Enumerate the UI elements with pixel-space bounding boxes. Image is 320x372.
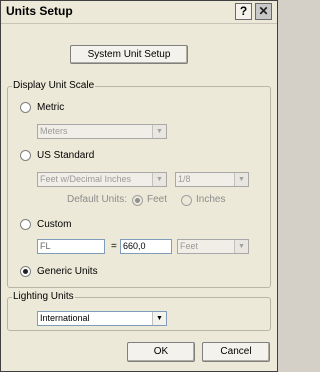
custom-units-value: Feet — [180, 241, 199, 251]
custom-amount-input[interactable]: 660,0 — [120, 239, 172, 254]
title-bar[interactable]: Units Setup ? ✕ — [1, 1, 277, 24]
chevron-down-icon: ▼ — [152, 125, 166, 138]
metric-units-value: Meters — [40, 126, 68, 136]
display-unit-scale-label: Display Unit Scale — [12, 80, 96, 91]
custom-units-dropdown[interactable]: Feet ▼ — [177, 239, 249, 254]
help-button[interactable]: ? — [235, 3, 252, 20]
units-setup-dialog: Units Setup ? ✕ System Unit Setup Displa… — [0, 0, 278, 372]
us-standard-units-value: Feet w/Decimal Inches — [40, 174, 132, 184]
ok-button[interactable]: OK — [127, 342, 195, 362]
close-button[interactable]: ✕ — [255, 3, 272, 20]
us-standard-radio[interactable] — [20, 150, 31, 161]
custom-equals-label: = — [111, 241, 117, 252]
default-units-inches-radio[interactable] — [181, 195, 192, 206]
window-title: Units Setup — [6, 4, 73, 18]
us-standard-fraction-dropdown[interactable]: 1/8 ▼ — [175, 172, 249, 187]
cancel-button[interactable]: Cancel — [202, 342, 270, 362]
chevron-down-icon: ▼ — [152, 312, 166, 325]
chevron-down-icon: ▼ — [152, 173, 166, 186]
lighting-units-value: International — [40, 313, 90, 323]
metric-label: Metric — [37, 102, 65, 113]
us-standard-units-dropdown[interactable]: Feet w/Decimal Inches ▼ — [37, 172, 167, 187]
custom-radio[interactable] — [20, 219, 31, 230]
us-standard-label: US Standard — [37, 150, 95, 161]
custom-name-input[interactable]: FL — [37, 239, 105, 254]
display-unit-scale-group — [7, 86, 271, 288]
generic-units-label: Generic Units — [37, 266, 98, 277]
default-units-feet-label: Feet — [147, 194, 168, 205]
lighting-units-label: Lighting Units — [12, 291, 75, 302]
system-unit-setup-button[interactable]: System Unit Setup — [70, 45, 188, 64]
metric-radio[interactable] — [20, 102, 31, 113]
default-units-inches-label: Inches — [196, 194, 226, 205]
generic-units-radio[interactable] — [20, 266, 31, 277]
default-units-feet-radio[interactable] — [132, 195, 143, 206]
custom-label: Custom — [37, 219, 72, 230]
default-units-label: Default Units: — [67, 194, 128, 205]
metric-units-dropdown[interactable]: Meters ▼ — [37, 124, 167, 139]
chevron-down-icon: ▼ — [234, 240, 248, 253]
lighting-units-dropdown[interactable]: International ▼ — [37, 311, 167, 326]
chevron-down-icon: ▼ — [234, 173, 248, 186]
us-standard-fraction-value: 1/8 — [178, 174, 191, 184]
